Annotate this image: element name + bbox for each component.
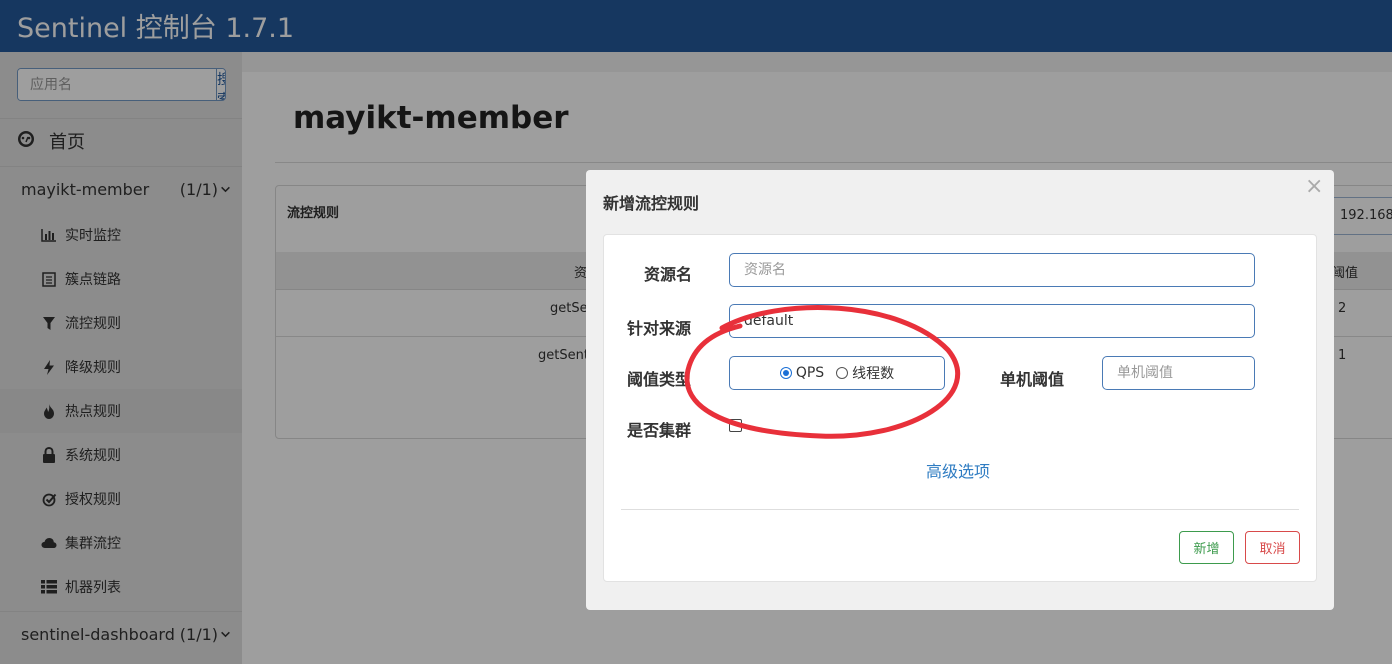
close-icon[interactable]: × <box>1305 176 1323 198</box>
form-divider <box>621 509 1299 510</box>
radio-qps-label: QPS <box>795 365 825 381</box>
radio-threads-label: 线程数 <box>852 366 895 382</box>
cluster-label: 是否集群 <box>627 421 692 440</box>
resource-label: 资源名 <box>644 265 693 284</box>
dialog-title: 新增流控规则 <box>603 194 700 213</box>
threshold-type-group: QPS 线程数 <box>729 356 945 390</box>
add-flow-rule-dialog: 新增流控规则 × 资源名 针对来源 阈值类型 QPS 线程数 单机阈值 是否集群… <box>586 170 1334 610</box>
single-threshold-input[interactable] <box>1102 356 1255 390</box>
resource-input[interactable] <box>729 253 1255 287</box>
advanced-options-link[interactable]: 高级选项 <box>926 458 990 482</box>
cluster-checkbox[interactable] <box>729 419 742 432</box>
radio-unchecked-icon <box>836 367 849 379</box>
radio-qps[interactable]: QPS <box>779 365 825 381</box>
single-threshold-label: 单机阈值 <box>1000 370 1065 389</box>
rule-form: 资源名 针对来源 阈值类型 QPS 线程数 单机阈值 是否集群 高级选项 新增 … <box>603 234 1317 582</box>
source-input[interactable] <box>729 304 1255 338</box>
radio-threads[interactable]: 线程数 <box>836 363 894 383</box>
threshold-type-label: 阈值类型 <box>627 370 692 389</box>
source-label: 针对来源 <box>627 319 692 338</box>
cancel-button[interactable]: 取消 <box>1245 531 1300 564</box>
radio-checked-icon <box>779 367 792 379</box>
add-button[interactable]: 新增 <box>1179 531 1234 564</box>
